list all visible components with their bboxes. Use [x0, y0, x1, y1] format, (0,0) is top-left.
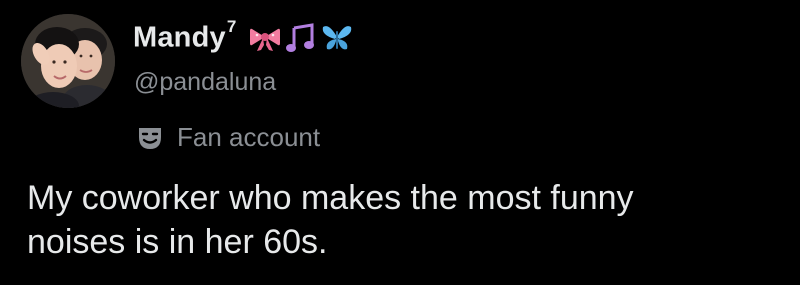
- theater-mask-icon: [137, 125, 163, 151]
- display-name[interactable]: Mandy7: [133, 17, 237, 55]
- fan-account-badge: Fan account: [137, 122, 320, 153]
- display-name-superscript: 7: [226, 17, 237, 37]
- ribbon-icon: [249, 23, 281, 53]
- display-name-row: Mandy7: [133, 16, 353, 60]
- avatar[interactable]: [21, 14, 115, 108]
- tweet-text: My coworker who makes the most funny noi…: [27, 179, 634, 261]
- badge-label: Fan account: [177, 122, 321, 152]
- butterfly-icon: [321, 23, 353, 53]
- avatar-photo: [21, 14, 115, 108]
- music-notes-icon: [285, 23, 317, 53]
- user-handle[interactable]: @pandaluna: [134, 68, 276, 97]
